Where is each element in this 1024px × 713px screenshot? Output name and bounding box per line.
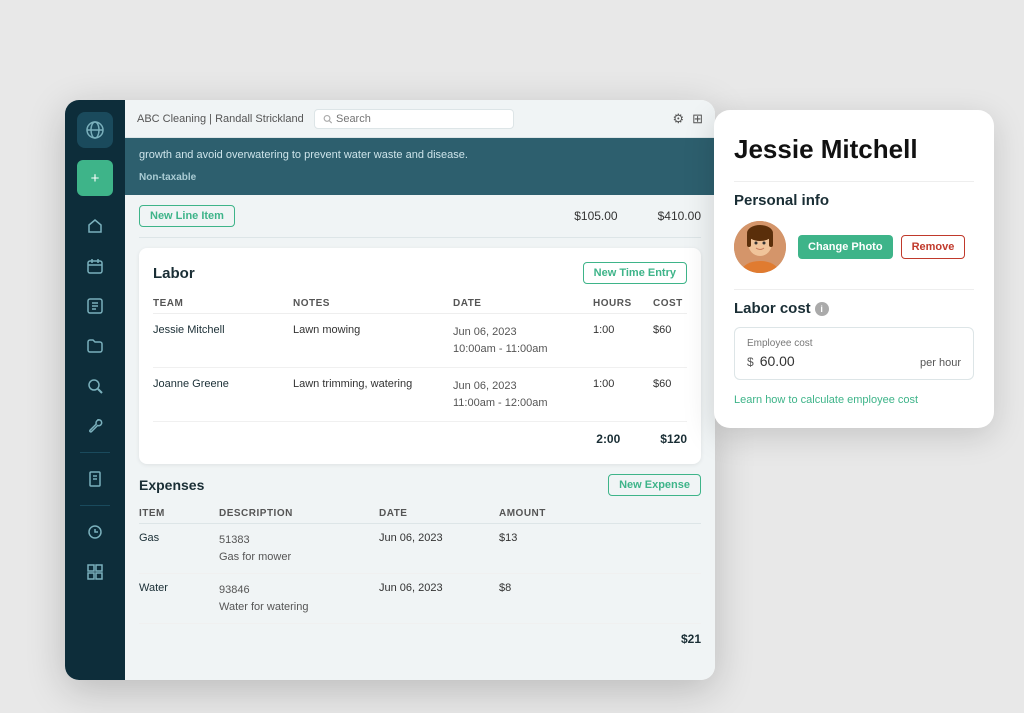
personal-info-title: Personal info: [734, 192, 974, 209]
sidebar-clock-icon[interactable]: [77, 514, 113, 550]
sidebar-folder-icon[interactable]: [77, 328, 113, 364]
employee-cost-label: Employee cost: [747, 338, 961, 349]
exp-amount-2: $8: [499, 582, 559, 594]
expenses-header: Expenses New Expense: [139, 474, 701, 496]
line-amount-2: $410.00: [658, 209, 701, 223]
search-box[interactable]: [314, 109, 514, 129]
sidebar-home-icon[interactable]: [77, 208, 113, 244]
sidebar: +: [65, 100, 125, 680]
employee-cost-box: Employee cost $ 60.00 per hour: [734, 327, 974, 380]
labor-hours-1: 1:00: [593, 324, 653, 336]
sidebar-calendar-icon[interactable]: [77, 248, 113, 284]
new-expense-button[interactable]: New Expense: [608, 474, 701, 496]
labor-date-2: Jun 06, 2023 11:00am - 12:00am: [453, 378, 593, 411]
per-hour-label: per hour: [920, 357, 961, 369]
divider-1: [734, 181, 974, 182]
info-icon[interactable]: i: [815, 302, 829, 316]
labor-person-1: Jessie Mitchell: [153, 324, 293, 336]
sidebar-divider-1: [80, 452, 110, 453]
topbar-title: ABC Cleaning | Randall Strickland: [137, 113, 304, 125]
expenses-total: $21: [681, 632, 701, 646]
sidebar-grid-icon[interactable]: [77, 554, 113, 590]
expenses-footer: $21: [139, 624, 701, 650]
search-icon: [323, 114, 332, 124]
expenses-section: Expenses New Expense ITEM DESCRIPTION DA…: [139, 474, 701, 650]
line-item-row: New Line Item $105.00 $410.00: [139, 195, 701, 238]
labor-title: Labor: [153, 265, 195, 282]
new-line-item-button[interactable]: New Line Item: [139, 205, 235, 227]
remove-photo-button[interactable]: Remove: [901, 235, 966, 259]
layout-icon[interactable]: ⊞: [692, 111, 703, 127]
col-cost: COST: [653, 298, 713, 309]
main-content: ABC Cleaning | Randall Strickland ⚙ ⊞: [125, 100, 715, 680]
labor-hours-2: 1:00: [593, 378, 653, 390]
labor-person-2: Joanne Greene: [153, 378, 293, 390]
labor-section: Labor New Time Entry TEAM NOTES DATE HOU…: [139, 248, 701, 464]
nontaxable-label: Non-taxable: [139, 172, 196, 183]
expenses-table-header: ITEM DESCRIPTION DATE AMOUNT: [139, 504, 701, 524]
labor-date-1: Jun 06, 2023 10:00am - 11:00am: [453, 324, 593, 357]
labor-row-1: Jessie Mitchell Lawn mowing Jun 06, 2023…: [153, 314, 687, 368]
exp-date-2: Jun 06, 2023: [379, 582, 499, 594]
labor-notes-2: Lawn trimming, watering: [293, 378, 453, 390]
sidebar-doc-icon[interactable]: [77, 461, 113, 497]
sidebar-list-icon[interactable]: [77, 288, 113, 324]
new-time-entry-button[interactable]: New Time Entry: [583, 262, 687, 284]
exp-item-1: Gas: [139, 532, 219, 544]
col-notes: NOTES: [293, 298, 453, 309]
labor-cost-2: $60: [653, 378, 713, 390]
profile-name: Jessie Mitchell: [734, 134, 974, 165]
expenses-title: Expenses: [139, 477, 204, 493]
app-window: +: [65, 100, 715, 680]
divider-2: [734, 289, 974, 290]
avatar-image: [734, 221, 786, 273]
labor-cost-title: Labor cost i: [734, 300, 974, 317]
search-input[interactable]: [336, 113, 505, 125]
labor-table-header: TEAM NOTES DATE HOURS COST: [153, 294, 687, 314]
col-hours: HOURS: [593, 298, 653, 309]
expense-row-2: Water 93846 Water for watering Jun 06, 2…: [139, 574, 701, 624]
line-amount-1: $105.00: [574, 209, 617, 223]
sidebar-logo[interactable]: [77, 112, 113, 148]
cost-value-row: $ 60.00 per hour: [747, 353, 961, 369]
labor-total-cost: $120: [660, 432, 687, 446]
col-team: TEAM: [153, 298, 293, 309]
topbar: ABC Cleaning | Randall Strickland ⚙ ⊞: [125, 100, 715, 138]
exp-col-amount: AMOUNT: [499, 508, 559, 519]
sidebar-divider-2: [80, 505, 110, 506]
topbar-actions: ⚙ ⊞: [672, 111, 703, 127]
photo-buttons: Change Photo Remove: [798, 235, 965, 259]
labor-notes-1: Lawn mowing: [293, 324, 453, 336]
exp-date-1: Jun 06, 2023: [379, 532, 499, 544]
labor-table-footer: 2:00 $120: [153, 422, 687, 450]
sidebar-search-icon[interactable]: [77, 368, 113, 404]
avatar: [734, 221, 786, 273]
nontaxable-banner: growth and avoid overwatering to prevent…: [125, 138, 715, 195]
settings-icon[interactable]: ⚙: [672, 111, 684, 127]
profile-card: Jessie Mitchell Personal info: [714, 110, 994, 428]
col-date: DATE: [453, 298, 593, 309]
sidebar-add-button[interactable]: +: [77, 160, 113, 196]
scroll-area: growth and avoid overwatering to prevent…: [125, 138, 715, 680]
exp-amount-1: $13: [499, 532, 559, 544]
cost-value: 60.00: [760, 353, 795, 369]
line-amounts: $105.00 $410.00: [574, 209, 701, 223]
sidebar-wrench-icon[interactable]: [77, 408, 113, 444]
change-photo-button[interactable]: Change Photo: [798, 235, 893, 259]
exp-col-item: ITEM: [139, 508, 219, 519]
expense-row-1: Gas 51383 Gas for mower Jun 06, 2023 $13: [139, 524, 701, 574]
exp-item-2: Water: [139, 582, 219, 594]
cost-dollar-sign: $: [747, 355, 754, 369]
exp-desc-1: 51383 Gas for mower: [219, 532, 379, 565]
exp-col-date: DATE: [379, 508, 499, 519]
profile-photo-row: Change Photo Remove: [734, 221, 974, 273]
labor-row-2: Joanne Greene Lawn trimming, watering Ju…: [153, 368, 687, 422]
labor-header: Labor New Time Entry: [153, 262, 687, 284]
exp-col-description: DESCRIPTION: [219, 508, 379, 519]
exp-desc-2: 93846 Water for watering: [219, 582, 379, 615]
labor-cost-1: $60: [653, 324, 713, 336]
learn-link[interactable]: Learn how to calculate employee cost: [734, 394, 918, 406]
banner-description: growth and avoid overwatering to prevent…: [139, 148, 701, 163]
labor-total-hours: 2:00: [596, 432, 620, 446]
